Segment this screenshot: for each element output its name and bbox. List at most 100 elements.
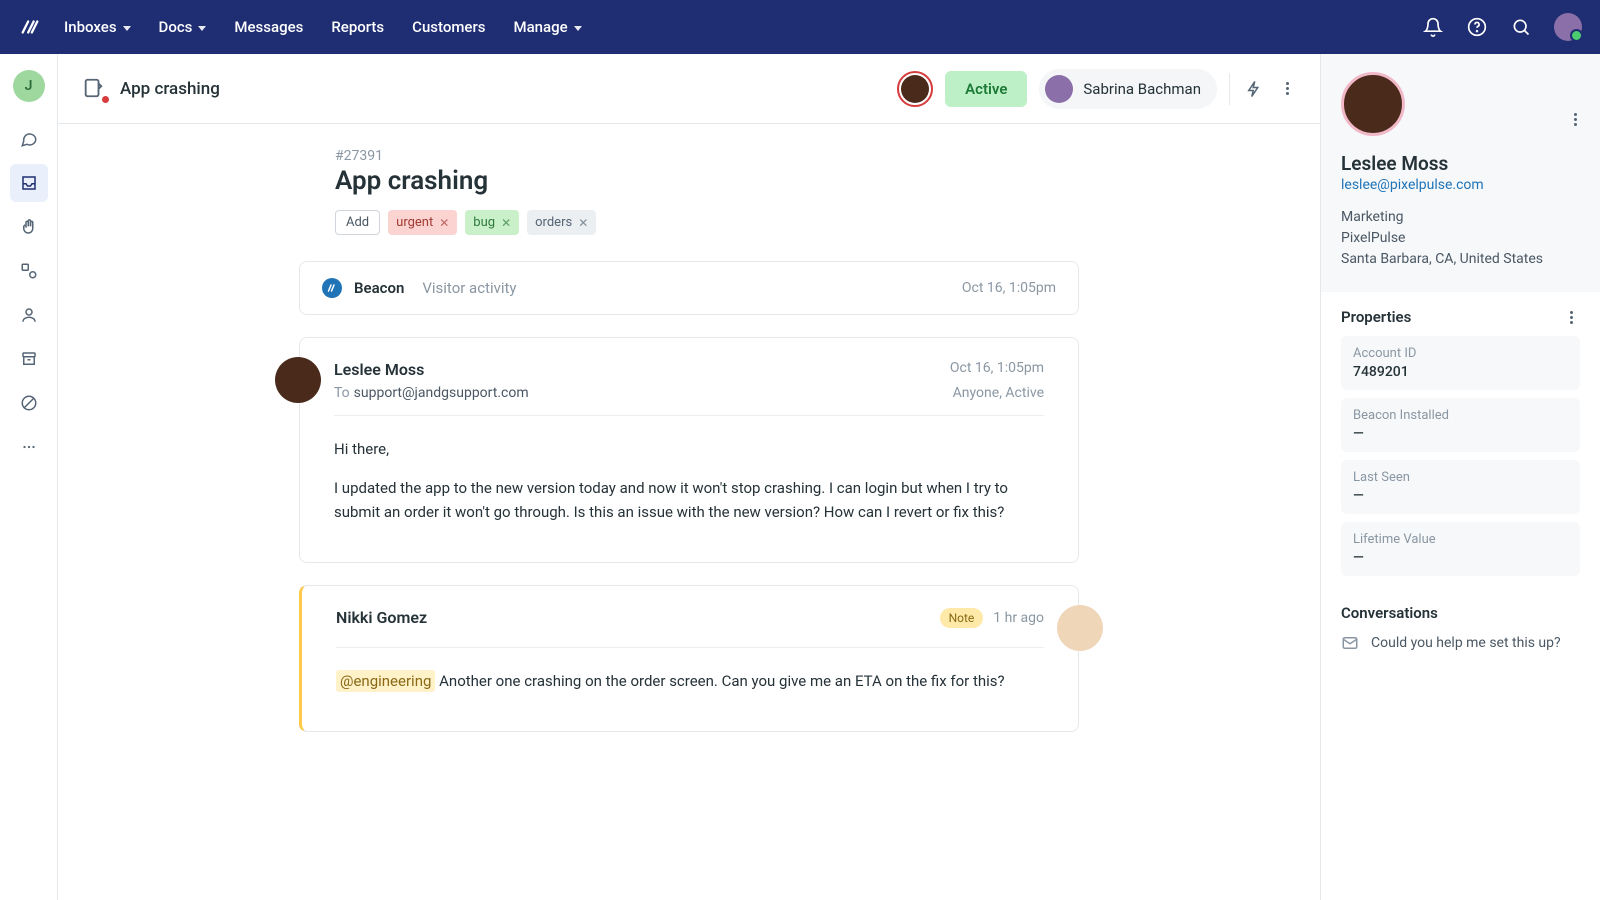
- rail-people-icon[interactable]: [10, 296, 48, 334]
- tag-bug-label: bug: [473, 215, 495, 230]
- conversation-header: App crashing Active Sabrina Bachman: [58, 54, 1320, 124]
- customer-avatar-small: [901, 75, 929, 103]
- note-card: Nikki Gomez Note 1 hr ago @engineering A…: [299, 585, 1079, 732]
- chevron-down-icon: [574, 26, 582, 31]
- property-beacon[interactable]: Beacon Installed —: [1341, 398, 1580, 452]
- rail-hand-icon[interactable]: [10, 208, 48, 246]
- customer-hero: Leslee Moss leslee@pixelpulse.com Market…: [1321, 54, 1600, 292]
- note-body-text: @engineering Another one crashing on the…: [336, 670, 1044, 693]
- note-text: Another one crashing on the order screen…: [435, 672, 1004, 690]
- remove-tag-icon[interactable]: ✕: [501, 217, 511, 229]
- nav-reports-label: Reports: [331, 18, 384, 36]
- tag-urgent[interactable]: urgent ✕: [388, 210, 457, 235]
- rail-archive-icon[interactable]: [10, 340, 48, 378]
- conversation-title: App crashing: [120, 79, 220, 99]
- nav-inboxes[interactable]: Inboxes: [64, 18, 131, 36]
- ticket-number: #27391: [335, 148, 1079, 164]
- app-shell: J App crashing Active Sabrina Bachman: [0, 54, 1600, 900]
- message-header-left: Leslee Moss Tosupport@jandgsupport.com: [334, 360, 529, 401]
- customer-avatar-ring[interactable]: [897, 71, 933, 107]
- logo-icon[interactable]: [18, 15, 42, 39]
- message-timestamp: Oct 16, 1:05pm: [950, 360, 1044, 376]
- search-icon[interactable]: [1510, 16, 1532, 38]
- to-label: To: [334, 385, 350, 401]
- main-column: App crashing Active Sabrina Bachman #273…: [58, 54, 1320, 900]
- conversation-item[interactable]: Could you help me set this up?: [1341, 628, 1580, 658]
- bell-icon[interactable]: [1422, 16, 1444, 38]
- property-last-seen[interactable]: Last Seen —: [1341, 460, 1580, 514]
- customer-more-button[interactable]: [1566, 110, 1584, 128]
- message-to-line: Tosupport@jandgsupport.com: [334, 385, 529, 401]
- nav-manage[interactable]: Manage: [513, 18, 581, 36]
- customer-company: PixelPulse: [1341, 228, 1580, 249]
- rail-shapes-icon[interactable]: [10, 252, 48, 290]
- user-avatar[interactable]: [1554, 13, 1582, 41]
- top-nav-left: Inboxes Docs Messages Reports Customers …: [18, 15, 582, 39]
- message-body-text: I updated the app to the new version tod…: [334, 477, 1044, 524]
- rail-block-icon[interactable]: [10, 384, 48, 422]
- activity-label: Visitor activity: [422, 279, 516, 297]
- properties-heading-row: Properties: [1341, 308, 1580, 326]
- note-timestamp: 1 hr ago: [993, 610, 1044, 626]
- customer-location: Santa Barbara, CA, United States: [1341, 249, 1580, 270]
- note-body: @engineering Another one crashing on the…: [336, 670, 1044, 693]
- conversations-heading: Conversations: [1341, 604, 1580, 622]
- add-tag-button[interactable]: Add: [335, 210, 380, 235]
- more-options-button[interactable]: [1278, 80, 1296, 98]
- top-nav-right: [1422, 13, 1582, 41]
- nav-messages[interactable]: Messages: [234, 18, 303, 36]
- property-account-id[interactable]: Account ID 7489201: [1341, 336, 1580, 390]
- note-pill: Note: [940, 608, 984, 628]
- tag-orders[interactable]: orders✕: [527, 210, 596, 235]
- message-meta: Oct 16, 1:05pm Anyone, Active: [950, 360, 1044, 401]
- divider: [1229, 73, 1230, 105]
- activity-card[interactable]: Beacon Visitor activity Oct 16, 1:05pm: [299, 261, 1079, 315]
- rail-more-icon[interactable]: [10, 428, 48, 466]
- last-seen-value: —: [1353, 488, 1568, 504]
- ltv-value: —: [1353, 550, 1568, 566]
- last-seen-label: Last Seen: [1353, 470, 1568, 485]
- assignee-avatar: [1045, 75, 1073, 103]
- help-icon[interactable]: [1466, 16, 1488, 38]
- note-header: Nikki Gomez Note 1 hr ago: [336, 608, 1044, 648]
- nav-docs[interactable]: Docs: [159, 18, 207, 36]
- activity-actor: Beacon: [354, 279, 404, 297]
- property-ltv[interactable]: Lifetime Value —: [1341, 522, 1580, 576]
- activity-left: Beacon Visitor activity: [322, 278, 517, 298]
- bolt-icon[interactable]: [1242, 77, 1266, 101]
- primary-nav: Inboxes Docs Messages Reports Customers …: [64, 18, 582, 36]
- remove-tag-icon[interactable]: ✕: [439, 217, 449, 229]
- assignee-chip[interactable]: Sabrina Bachman: [1039, 69, 1217, 109]
- tag-bug[interactable]: bug ✕: [465, 210, 519, 235]
- nav-messages-label: Messages: [234, 18, 303, 36]
- customer-email[interactable]: leslee@pixelpulse.com: [1341, 177, 1580, 193]
- tag-row: Add urgent ✕ bug ✕ orders✕: [335, 210, 1079, 235]
- ticket-title: App crashing: [335, 166, 1079, 196]
- workspace-avatar[interactable]: J: [13, 70, 45, 102]
- properties-section: Properties Account ID 7489201 Beacon Ins…: [1321, 292, 1600, 600]
- nav-reports[interactable]: Reports: [331, 18, 384, 36]
- conversation-item-label: Could you help me set this up?: [1371, 635, 1561, 651]
- note-sender: Nikki Gomez: [336, 608, 427, 627]
- properties-heading: Properties: [1341, 308, 1411, 326]
- mail-icon: [1341, 634, 1359, 652]
- mention[interactable]: @engineering: [336, 670, 435, 692]
- tag-urgent-label: urgent: [396, 215, 433, 230]
- nav-manage-label: Manage: [513, 18, 567, 36]
- nav-customers-label: Customers: [412, 18, 485, 36]
- customer-panel: Leslee Moss leslee@pixelpulse.com Market…: [1320, 54, 1600, 900]
- left-rail: J: [0, 54, 58, 900]
- properties-more-button[interactable]: [1562, 308, 1580, 326]
- message-greeting: Hi there,: [334, 438, 1044, 461]
- status-pill[interactable]: Active: [945, 71, 1027, 107]
- nav-inboxes-label: Inboxes: [64, 18, 117, 36]
- rail-chat-icon[interactable]: [10, 120, 48, 158]
- content-inner: #27391 App crashing Add urgent ✕ bug ✕ ord…: [299, 148, 1079, 732]
- nav-customers[interactable]: Customers: [412, 18, 485, 36]
- nav-docs-label: Docs: [159, 18, 193, 36]
- remove-tag-icon[interactable]: ✕: [578, 217, 588, 229]
- top-nav: Inboxes Docs Messages Reports Customers …: [0, 0, 1600, 54]
- message-sender: Leslee Moss: [334, 360, 529, 379]
- message-sender-avatar: [275, 357, 321, 403]
- rail-inbox-icon[interactable]: [10, 164, 48, 202]
